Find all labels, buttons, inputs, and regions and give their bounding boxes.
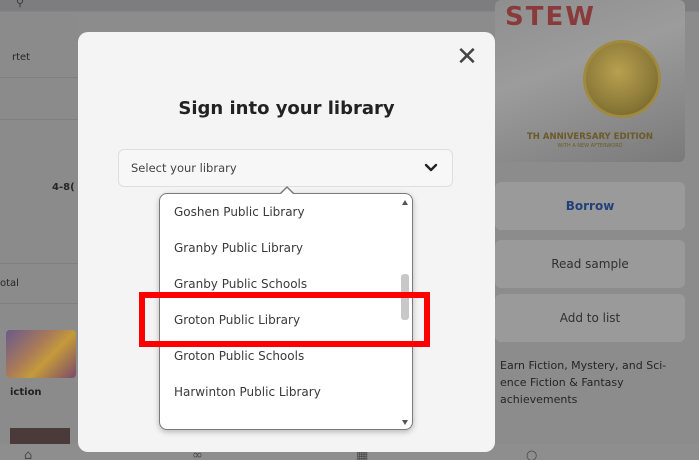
left-row: otal	[0, 264, 78, 304]
background-left-panel: rtet 4-8( otal	[0, 14, 78, 444]
achievements-text: Earn Fiction, Mystery, and Sci-ence Fict…	[500, 359, 667, 406]
borrow-button[interactable]: Borrow	[495, 182, 685, 230]
left-row-empty	[0, 78, 78, 120]
dropdown-pointer-fill	[280, 188, 294, 195]
highlight-box	[139, 292, 430, 347]
add-to-list-button[interactable]: Add to list	[495, 294, 685, 342]
left-row: rtet	[0, 38, 78, 78]
scroll-up-icon[interactable]	[402, 200, 408, 205]
book-cover-thumbnail	[10, 428, 70, 444]
library-option[interactable]: Granby Public Library	[160, 230, 398, 267]
close-icon[interactable]: ✕	[452, 42, 482, 72]
scroll-down-icon[interactable]	[402, 420, 408, 425]
award-medal-icon	[583, 40, 661, 118]
book-cover-thumbnail	[6, 330, 76, 378]
library-select[interactable]: Select your library	[118, 149, 453, 187]
cover-anniversary-sub: WITH A NEW AFTERWORD	[557, 143, 623, 149]
home-icon[interactable]: ⌂	[24, 448, 32, 460]
library-option[interactable]: Goshen Public Library	[160, 194, 398, 231]
cover-anniversary: TH ANNIVERSARY EDITION	[527, 132, 653, 142]
library-option-partial[interactable]: …	[160, 410, 398, 429]
left-row: iction	[10, 387, 42, 398]
cover-title: STEW	[505, 2, 596, 32]
modal-title: Sign into your library	[178, 98, 395, 119]
read-sample-button[interactable]: Read sample	[495, 240, 685, 288]
library-select-placeholder: Select your library	[131, 161, 237, 175]
search-nav-icon[interactable]: ○	[526, 448, 537, 460]
search-icon: ⚲	[16, 0, 25, 9]
left-row: 4-8(	[0, 120, 78, 264]
chevron-down-icon	[424, 163, 438, 172]
book-cover: STEW TH ANNIVERSARY EDITION WITH A NEW A…	[495, 0, 685, 162]
library-option[interactable]: Harwinton Public Library	[160, 374, 398, 411]
